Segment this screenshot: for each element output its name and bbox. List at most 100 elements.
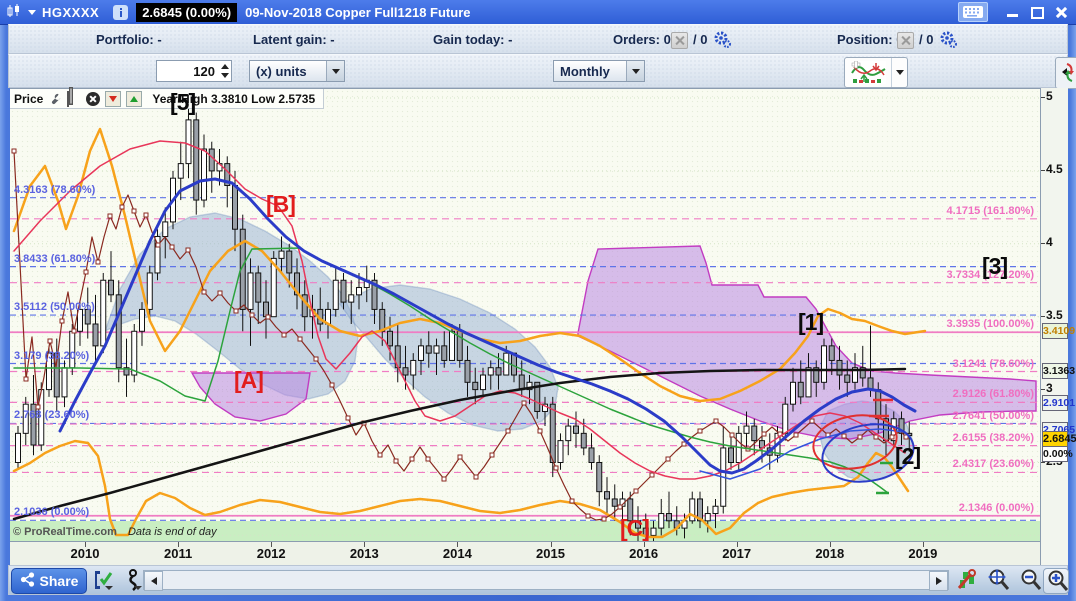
wrench-icon[interactable]: [48, 92, 62, 106]
candle: [247, 272, 254, 310]
year-label: 2010: [70, 546, 100, 561]
year-label: 2016: [629, 546, 659, 561]
year-label: 2018: [815, 546, 845, 561]
chart-tools-button[interactable]: [955, 568, 979, 592]
chevron-down-icon[interactable]: [326, 61, 344, 81]
candle: [115, 294, 122, 369]
candle: [580, 432, 587, 449]
price-plot[interactable]: [10, 89, 1040, 542]
candle: [348, 294, 355, 303]
pointer-link-button[interactable]: [121, 568, 145, 592]
candle: [278, 250, 285, 259]
move-up-icon[interactable]: [126, 90, 143, 107]
keyboard-icon[interactable]: [958, 2, 988, 22]
orders-settings-icon[interactable]: [713, 31, 731, 51]
last-price-badge: 2.6845 (0.00%): [136, 2, 238, 22]
x-axis: 2010 2011 2012 2013 2014 2015 2016 2017 2018 2019: [10, 542, 1040, 566]
close-pane-icon[interactable]: [86, 91, 101, 106]
candle: [402, 367, 409, 376]
candle: [565, 425, 572, 442]
candle: [751, 425, 758, 442]
account-bar: Portfolio: - Latent gain: - Gain today: …: [8, 24, 1068, 54]
position-settings-icon[interactable]: [939, 31, 957, 51]
candle: [797, 381, 804, 398]
candle: [472, 381, 479, 391]
units-type-dropdown[interactable]: (x) units: [249, 60, 345, 82]
candle: [596, 462, 603, 493]
close-position-button[interactable]: [897, 32, 914, 49]
zoom-in-button[interactable]: [1043, 568, 1069, 594]
price-box: 3.1363: [1042, 363, 1076, 379]
candle: [61, 367, 68, 398]
orders-count: / 0: [693, 32, 708, 47]
candle: [154, 236, 161, 274]
y-axis: 54.543.532.53.41093.13632.91012.70652.68…: [1040, 88, 1076, 565]
candle: [503, 352, 510, 376]
candle: [441, 345, 448, 361]
zoom-fit-button[interactable]: [985, 568, 1009, 592]
chevron-down-icon[interactable]: [626, 61, 644, 81]
timeframe-dropdown[interactable]: Monthly: [553, 60, 645, 82]
share-button[interactable]: Share: [11, 568, 87, 594]
duplicate-icon[interactable]: [67, 90, 81, 107]
candlestick-chart[interactable]: [10, 89, 1040, 541]
units-type-value: (x) units: [256, 63, 307, 79]
candle: [131, 330, 138, 376]
zoom-out-button[interactable]: [1017, 568, 1041, 592]
y-tick-label: 4: [1046, 234, 1053, 249]
collapse-panel-button[interactable]: [1055, 57, 1076, 89]
candle: [185, 119, 192, 165]
window-title: 09-Nov-2018 Copper Full1218 Future: [245, 4, 471, 20]
y-tick-label: 5: [1046, 89, 1053, 103]
gain-today-label: Gain today: -: [433, 32, 513, 47]
cancel-orders-button[interactable]: [671, 32, 688, 49]
candle: [433, 345, 440, 354]
candle: [69, 330, 76, 369]
year-label: 2011: [163, 546, 193, 561]
candle: [208, 148, 215, 172]
close-button[interactable]: [1052, 4, 1070, 20]
candle: [232, 184, 238, 230]
chart-panel: Price Year High 3.3810 Low 2.5735 2010 20…: [10, 88, 1040, 566]
candle: [162, 221, 169, 238]
price-box: 3.4109: [1042, 323, 1076, 339]
pane-title: Price: [14, 91, 44, 106]
scroll-left-button[interactable]: [144, 571, 163, 591]
candle: [573, 425, 579, 434]
maximize-button[interactable]: [1028, 4, 1046, 20]
symbol-label: HGXXXX: [42, 4, 100, 20]
candle: [487, 367, 494, 376]
add-indicator-button[interactable]: [844, 57, 908, 88]
latent-gain-label: Latent gain: -: [253, 32, 335, 47]
candle: [635, 520, 641, 529]
candle: [139, 308, 145, 332]
horizontal-scrollbar[interactable]: [143, 570, 949, 591]
candle: [464, 359, 471, 383]
candle: [286, 250, 293, 274]
settings-bar: (x) units Monthly: [8, 54, 1076, 89]
candle: [689, 498, 696, 522]
y-tick-label: 4.5: [1046, 161, 1063, 176]
candle: [201, 148, 207, 201]
move-down-icon[interactable]: [105, 90, 122, 107]
candle: [642, 527, 649, 536]
candle: [387, 330, 393, 347]
price-box: 2.6845: [1042, 431, 1076, 447]
candle: [782, 403, 789, 434]
candle: [177, 163, 184, 179]
minimize-button[interactable]: [1004, 4, 1022, 20]
symbol-dropdown-icon[interactable]: [28, 9, 36, 15]
scroll-right-button[interactable]: [929, 571, 948, 591]
units-stepper[interactable]: [219, 61, 231, 81]
kumo-purple-A: [190, 372, 311, 422]
chevron-down-icon[interactable]: [891, 58, 907, 87]
info-icon[interactable]: [113, 4, 129, 20]
list-check-button[interactable]: [91, 568, 115, 592]
candle: [100, 279, 107, 347]
candle: [518, 374, 525, 391]
candle: [410, 359, 417, 376]
year-label: 2019: [908, 546, 938, 561]
candle: [728, 447, 734, 464]
price-box: 2.9101: [1042, 395, 1076, 411]
candle: [704, 513, 711, 522]
